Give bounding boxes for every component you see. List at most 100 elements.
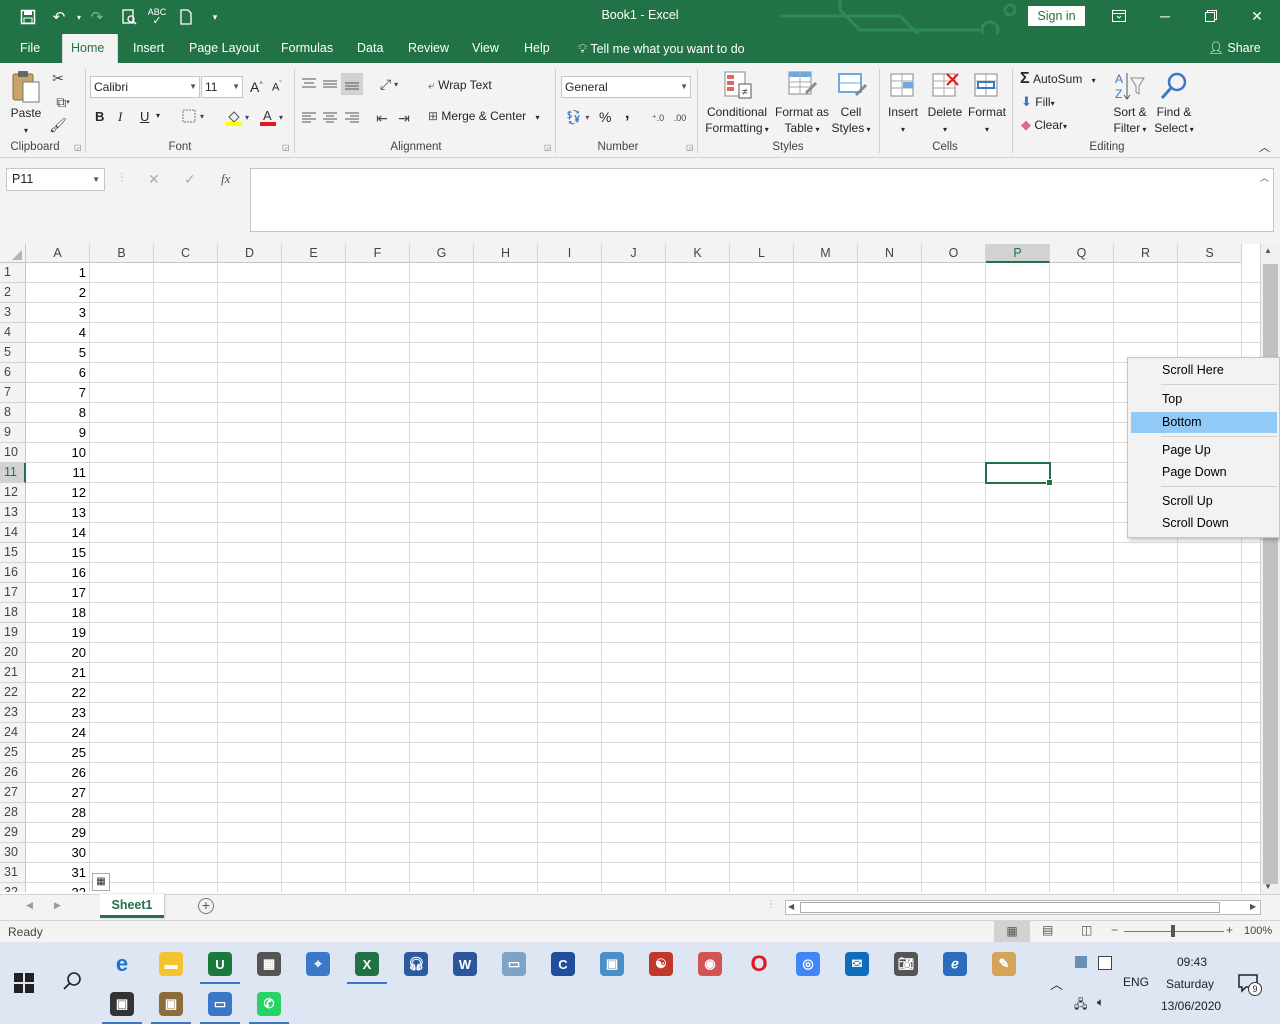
merge-center-button[interactable]: ⊞ Merge & Center ▾ <box>428 109 539 123</box>
ccleaner-icon[interactable]: C <box>551 952 575 976</box>
normal-view-icon[interactable]: ▦ <box>994 921 1030 942</box>
cell-value[interactable]: 23 <box>26 703 89 723</box>
menu-item-scroll-up[interactable]: Scroll Up <box>1131 491 1277 512</box>
format-cells-button[interactable]: Format ▾ <box>966 104 1008 138</box>
fill-button[interactable]: ⬇ Fill▾ <box>1021 94 1055 110</box>
row-header[interactable]: 24 <box>0 723 26 743</box>
orientation-icon[interactable]: ⤢ ▾ <box>374 75 404 93</box>
underline-button[interactable]: U <box>140 109 149 124</box>
row-header[interactable]: 10 <box>0 443 26 463</box>
row-header[interactable]: 20 <box>0 643 26 663</box>
clock-time[interactable]: 09:43 <box>1177 955 1207 969</box>
cell-styles-button[interactable]: Cell Styles ▾ <box>829 104 873 138</box>
format-painter-icon[interactable]: 🖌︎ <box>49 116 67 134</box>
outlook-icon[interactable]: ✉ <box>845 952 869 976</box>
next-sheet-icon[interactable]: ▶ <box>54 900 61 911</box>
tab-help[interactable]: Help <box>516 34 558 63</box>
clipboard-launcher-icon[interactable]: ◲ <box>74 143 82 152</box>
menu-item-page-down[interactable]: Page Down <box>1131 462 1277 483</box>
number-launcher-icon[interactable]: ◲ <box>686 143 694 152</box>
row-header[interactable]: 3 <box>0 303 26 323</box>
cell-value[interactable]: 24 <box>26 723 89 743</box>
cell-value[interactable]: 31 <box>26 863 89 883</box>
column-header[interactable]: D <box>218 244 282 263</box>
format-cells-icon[interactable] <box>972 71 1002 101</box>
excel-icon[interactable]: X <box>355 952 379 976</box>
font-name-combo[interactable]: Calibri ▼ <box>90 76 200 98</box>
row-header[interactable]: 15 <box>0 543 26 563</box>
row-header[interactable]: 12 <box>0 483 26 503</box>
network-icon[interactable]: ⌖ <box>306 952 330 976</box>
menu-item-bottom[interactable]: Bottom <box>1131 412 1277 433</box>
cell-value[interactable]: 30 <box>26 843 89 863</box>
cell-value[interactable]: 29 <box>26 823 89 843</box>
tab-view[interactable]: View <box>464 34 507 63</box>
delete-cells-icon[interactable] <box>930 71 960 101</box>
tab-file[interactable]: File <box>12 34 48 63</box>
cancel-formula-icon[interactable]: ✕ <box>148 171 160 188</box>
row-header[interactable]: 21 <box>0 663 26 683</box>
row-header[interactable]: 30 <box>0 843 26 863</box>
comma-style-button[interactable]: , <box>625 105 629 123</box>
sheet-tab-sheet1[interactable]: Sheet1 <box>100 894 164 918</box>
row-header[interactable]: 32 <box>0 883 26 892</box>
format-as-table-icon[interactable] <box>786 69 818 101</box>
align-left-icon[interactable] <box>300 109 318 127</box>
cell-value[interactable]: 32 <box>26 883 89 892</box>
app-dark-icon[interactable]: ▣ <box>110 992 134 1016</box>
tab-data[interactable]: Data <box>349 34 391 63</box>
redo-icon[interactable]: ↷ <box>86 6 108 28</box>
column-header[interactable]: I <box>538 244 602 263</box>
underline-dropdown-icon[interactable]: ▾ <box>156 111 160 120</box>
cell-value[interactable]: 21 <box>26 663 89 683</box>
insert-function-icon[interactable]: fx <box>221 171 230 187</box>
close-icon[interactable]: ✕ <box>1242 4 1272 28</box>
collapse-formula-bar-icon[interactable]: ︿ <box>1260 171 1269 184</box>
row-header[interactable]: 29 <box>0 823 26 843</box>
insert-cells-icon[interactable] <box>888 71 918 101</box>
row-header[interactable]: 2 <box>0 283 26 303</box>
scroll-up-arrow-icon[interactable]: ▲ <box>1264 246 1272 255</box>
menu-item-top[interactable]: Top <box>1131 389 1277 410</box>
copy-icon[interactable]: ⧉ ▾ <box>49 93 77 111</box>
volume-icon[interactable]: 🔈︎ <box>1097 995 1104 1010</box>
language-indicator[interactable]: ENG <box>1123 975 1149 989</box>
remote-desktop-icon[interactable]: ▣ <box>600 952 624 976</box>
menu-item-scroll-down[interactable]: Scroll Down <box>1131 513 1277 534</box>
network-icon[interactable]: 🖧︎ <box>1074 995 1087 1016</box>
zoom-out-button[interactable]: − <box>1111 923 1118 937</box>
cell-value[interactable]: 13 <box>26 503 89 523</box>
upwork-icon[interactable]: U <box>208 952 232 976</box>
tell-me-search[interactable]: 💡︎ Tell me what you want to do <box>570 34 753 63</box>
font-color-icon[interactable]: A ▾ <box>256 107 286 127</box>
row-header[interactable]: 5 <box>0 343 26 363</box>
save-icon[interactable] <box>17 6 39 28</box>
collapse-ribbon-icon[interactable]: ︿ <box>1259 139 1270 155</box>
row-header[interactable]: 11 <box>0 463 26 483</box>
ribbon-display-options-icon[interactable] <box>1104 4 1134 28</box>
sort-filter-icon[interactable]: AZ <box>1112 69 1146 103</box>
app-sync-icon[interactable]: ◉ <box>698 952 722 976</box>
column-header[interactable]: J <box>602 244 666 263</box>
find-select-icon[interactable] <box>1158 69 1190 103</box>
app-image-icon[interactable]: ▭ <box>208 992 232 1016</box>
column-header[interactable]: E <box>282 244 346 263</box>
opera-icon[interactable]: O <box>747 951 771 976</box>
cell-value[interactable]: 4 <box>26 323 89 343</box>
scroll-down-arrow-icon[interactable]: ▼ <box>1264 882 1272 891</box>
cell-styles-icon[interactable] <box>836 69 868 101</box>
column-header[interactable]: Q <box>1050 244 1114 263</box>
cell-value[interactable]: 7 <box>26 383 89 403</box>
alignment-launcher-icon[interactable]: ◲ <box>544 143 552 152</box>
increase-indent-icon[interactable]: ⇥ <box>395 109 413 127</box>
audible-icon[interactable]: 🎧︎ <box>404 952 428 976</box>
column-header[interactable]: G <box>410 244 474 263</box>
cell-value[interactable]: 22 <box>26 683 89 703</box>
undo-icon[interactable]: ↶ <box>48 6 70 28</box>
chevron-up-icon[interactable]: ︿ <box>1050 974 1063 993</box>
tab-review[interactable]: Review <box>400 34 457 63</box>
chrome-icon[interactable]: ◎ <box>796 952 820 976</box>
new-sheet-button[interactable]: + <box>198 898 214 914</box>
paste-button[interactable]: Paste ▾ <box>8 105 44 139</box>
print-preview-icon[interactable] <box>118 6 140 28</box>
